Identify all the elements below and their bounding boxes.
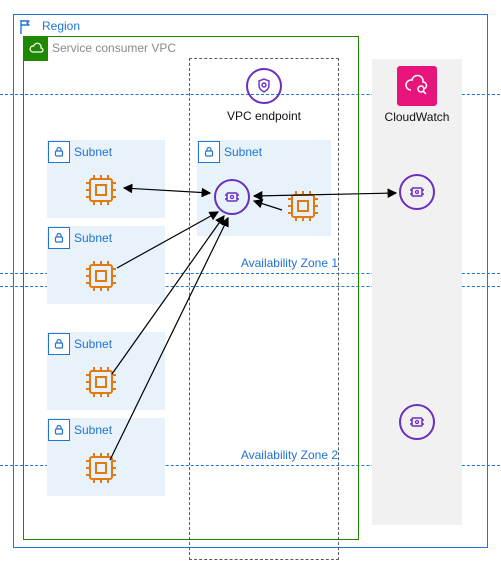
subnet-az1-public: Subnet: [197, 140, 331, 236]
cpu-chip-icon: [82, 449, 120, 487]
network-interface-icon: [399, 404, 435, 440]
cloudwatch-column: CloudWatch: [372, 59, 462, 525]
shield-icon: [246, 68, 282, 104]
vpc-endpoint-column: VPC endpoint: [189, 58, 339, 560]
subnet-az2-1: Subnet: [47, 332, 165, 410]
lock-icon: [48, 333, 70, 355]
cpu-chip-icon: [82, 171, 120, 209]
subnet-az2-2: Subnet: [47, 418, 165, 496]
cloudwatch-label: CloudWatch: [372, 110, 462, 124]
cloud-icon: [24, 37, 48, 61]
vpc-endpoint-label: VPC endpoint: [190, 109, 338, 123]
subnet-label: Subnet: [74, 145, 112, 159]
subnet-az1-1: Subnet: [47, 140, 165, 218]
lock-icon: [48, 227, 70, 249]
subnet-label: Subnet: [74, 337, 112, 351]
subnet-az1-2: Subnet: [47, 226, 165, 304]
subnet-label: Subnet: [224, 145, 262, 159]
lock-icon: [48, 141, 70, 163]
cpu-chip-icon: [82, 257, 120, 295]
region-label: Region: [42, 19, 80, 33]
network-interface-icon: [399, 174, 435, 210]
lock-icon: [48, 419, 70, 441]
subnet-label: Subnet: [74, 423, 112, 437]
subnet-label: Subnet: [74, 231, 112, 245]
lock-icon: [198, 141, 220, 163]
cpu-chip-icon: [284, 187, 322, 225]
cpu-chip-icon: [82, 363, 120, 401]
network-interface-icon: [214, 179, 250, 215]
vpc-label: Service consumer VPC: [52, 41, 176, 55]
diagram-canvas: Region Availability Zone 1 Availability …: [0, 0, 501, 561]
cloudwatch-icon: [397, 66, 437, 106]
